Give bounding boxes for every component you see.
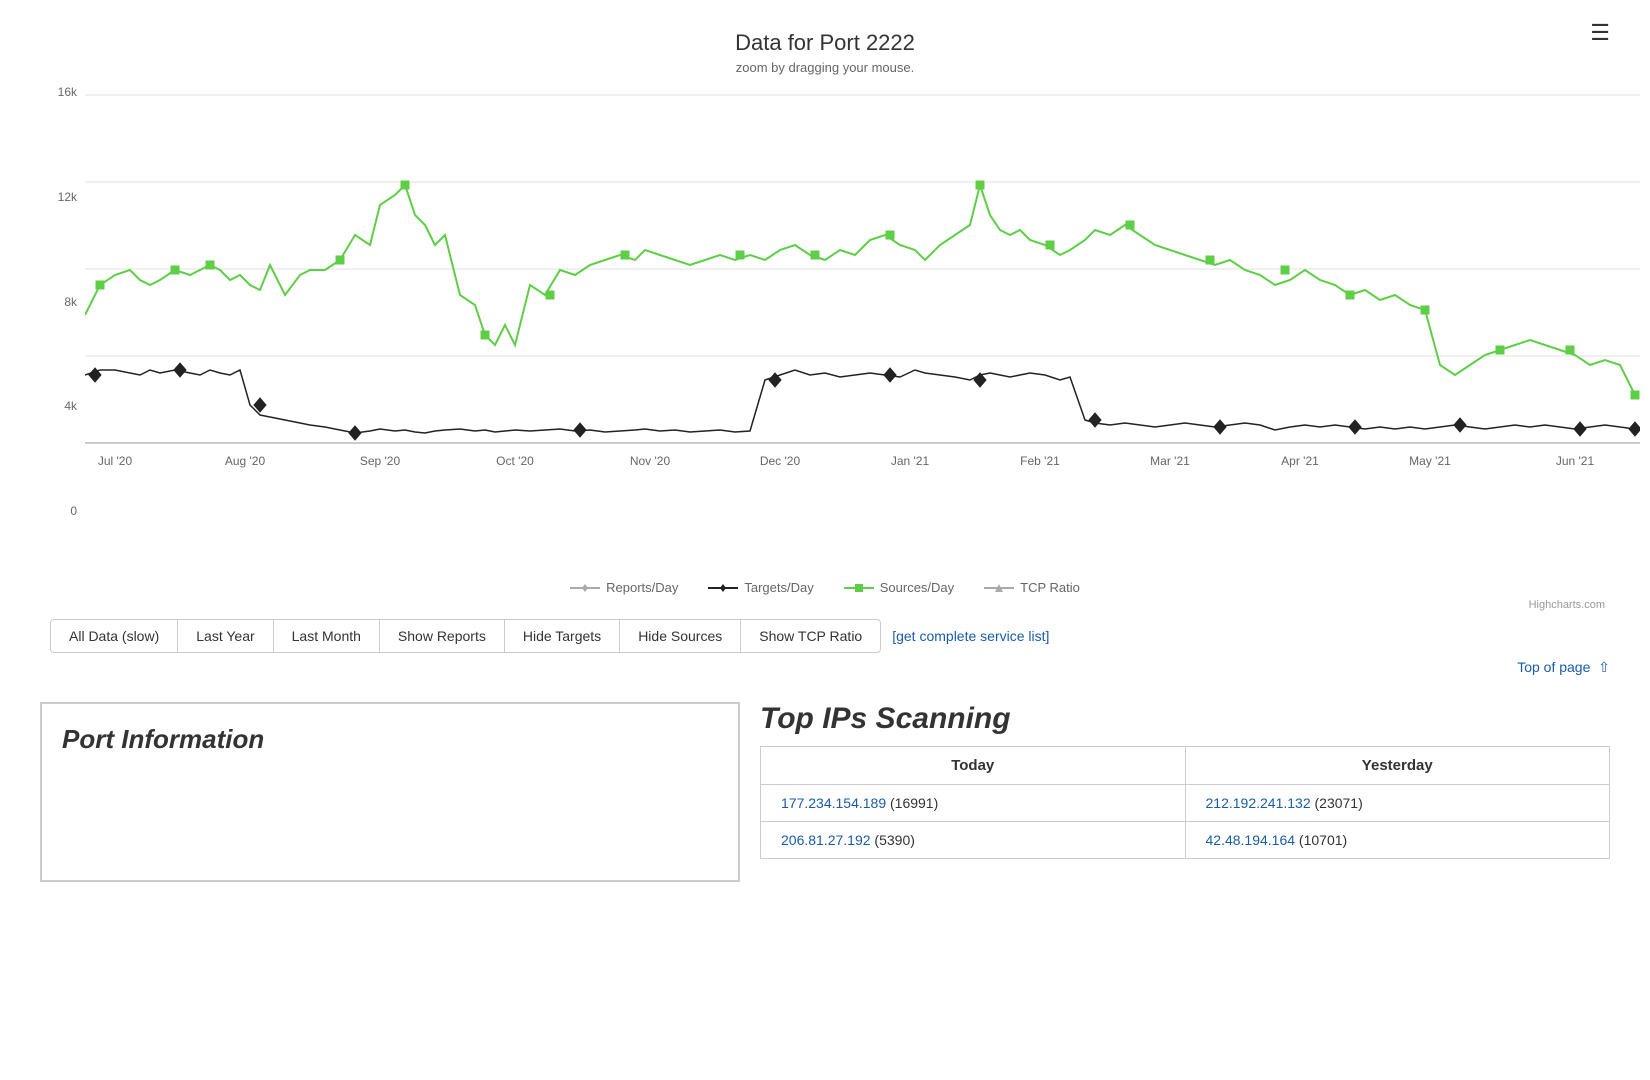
legend-sources-line [844, 581, 874, 595]
svg-text:May '21: May '21 [1409, 454, 1451, 468]
top-of-page-row: Top of page ⇧ [0, 653, 1650, 682]
legend-reports-label: Reports/Day [606, 580, 678, 595]
show-tcp-ratio-button[interactable]: Show TCP Ratio [740, 619, 881, 653]
yesterday-ip-link[interactable]: 212.192.241.132 [1206, 795, 1311, 811]
svg-text:Apr '21: Apr '21 [1281, 454, 1319, 468]
y-axis-0: 0 [70, 504, 77, 518]
legend-targets-line [708, 581, 738, 595]
ips-table-row: 177.234.154.189 (16991) 212.192.241.132 … [761, 785, 1610, 822]
svg-text:Dec '20: Dec '20 [760, 454, 801, 468]
chart-subtitle: zoom by dragging your mouse. [40, 60, 1610, 75]
ips-today-cell: 177.234.154.189 (16991) [761, 785, 1186, 822]
button-row: All Data (slow) Last Year Last Month Sho… [40, 619, 1610, 653]
svg-text:Jun '21: Jun '21 [1556, 454, 1595, 468]
page-container: ☰ Data for Port 2222 zoom by dragging yo… [0, 0, 1650, 1080]
svg-text:Feb '21: Feb '21 [1020, 454, 1060, 468]
svg-text:Mar '21: Mar '21 [1150, 454, 1190, 468]
y-axis: 16k 12k 8k 4k 0 [40, 85, 85, 518]
highcharts-credit: Highcharts.com [40, 599, 1610, 611]
yesterday-ip-link[interactable]: 42.48.194.164 [1206, 832, 1296, 848]
port-info-title: Port Information [62, 724, 718, 755]
ips-col-yesterday: Yesterday [1185, 747, 1610, 785]
legend-tcp-ratio: TCP Ratio [984, 580, 1080, 595]
bottom-section: Port Information Top IPs Scanning Today … [0, 682, 1650, 902]
chart-svg: Jul '20 Aug '20 Sep '20 Oct '20 Nov '20 … [85, 85, 1640, 565]
ips-yesterday-cell: 212.192.241.132 (23071) [1185, 785, 1610, 822]
y-axis-8k: 8k [64, 295, 77, 309]
last-month-button[interactable]: Last Month [273, 619, 380, 653]
chart-section: ☰ Data for Port 2222 zoom by dragging yo… [0, 0, 1650, 653]
y-axis-4k: 4k [64, 399, 77, 413]
show-reports-button[interactable]: Show Reports [379, 619, 505, 653]
ips-table-header-row: Today Yesterday [761, 747, 1610, 785]
today-ip-link[interactable]: 206.81.27.192 [781, 832, 871, 848]
legend-tcp-label: TCP Ratio [1020, 580, 1080, 595]
legend-targets-label: Targets/Day [744, 580, 813, 595]
legend-sources-day: Sources/Day [844, 580, 954, 595]
svg-text:Jan '21: Jan '21 [891, 454, 930, 468]
ips-yesterday-cell: 42.48.194.164 (10701) [1185, 822, 1610, 859]
ips-table-row: 206.81.27.192 (5390) 42.48.194.164 (1070… [761, 822, 1610, 859]
y-axis-12k: 12k [58, 190, 77, 204]
chart-legend: Reports/Day Targets/Day Sources/Day [40, 580, 1610, 595]
legend-targets-day: Targets/Day [708, 580, 813, 595]
legend-tcp-line [984, 581, 1014, 595]
ips-today-cell: 206.81.27.192 (5390) [761, 822, 1186, 859]
y-axis-16k: 16k [58, 85, 77, 99]
last-year-button[interactable]: Last Year [177, 619, 273, 653]
svg-text:Aug '20: Aug '20 [225, 454, 266, 468]
svg-text:Nov '20: Nov '20 [630, 454, 671, 468]
svg-text:Sep '20: Sep '20 [360, 454, 401, 468]
top-of-page-label: Top of page [1517, 659, 1590, 675]
svg-text:Oct '20: Oct '20 [496, 454, 534, 468]
all-data-button[interactable]: All Data (slow) [50, 619, 178, 653]
top-ips-box: Top IPs Scanning Today Yesterday 177.234… [760, 702, 1610, 882]
top-of-page-arrow-icon: ⇧ [1598, 659, 1610, 675]
top-of-page-link[interactable]: Top of page ⇧ [1517, 659, 1610, 675]
hamburger-menu-icon[interactable]: ☰ [1590, 20, 1610, 46]
svg-text:Jul '20: Jul '20 [98, 454, 133, 468]
chart-svg-container: Jul '20 Aug '20 Sep '20 Oct '20 Nov '20 … [85, 85, 1610, 568]
ips-table: Today Yesterday 177.234.154.189 (16991) … [760, 746, 1610, 859]
chart-wrapper: 16k 12k 8k 4k 0 [40, 85, 1610, 568]
chart-title: Data for Port 2222 [40, 20, 1610, 56]
hide-targets-button[interactable]: Hide Targets [504, 619, 620, 653]
top-ips-title: Top IPs Scanning [760, 702, 1610, 736]
legend-reports-day: Reports/Day [570, 580, 678, 595]
legend-reports-line [570, 581, 600, 595]
today-ip-link[interactable]: 177.234.154.189 [781, 795, 886, 811]
service-list-link[interactable]: [get complete service list] [892, 628, 1049, 644]
legend-sources-label: Sources/Day [880, 580, 954, 595]
hide-sources-button[interactable]: Hide Sources [619, 619, 741, 653]
port-info-box: Port Information [40, 702, 740, 882]
ips-col-today: Today [761, 747, 1186, 785]
